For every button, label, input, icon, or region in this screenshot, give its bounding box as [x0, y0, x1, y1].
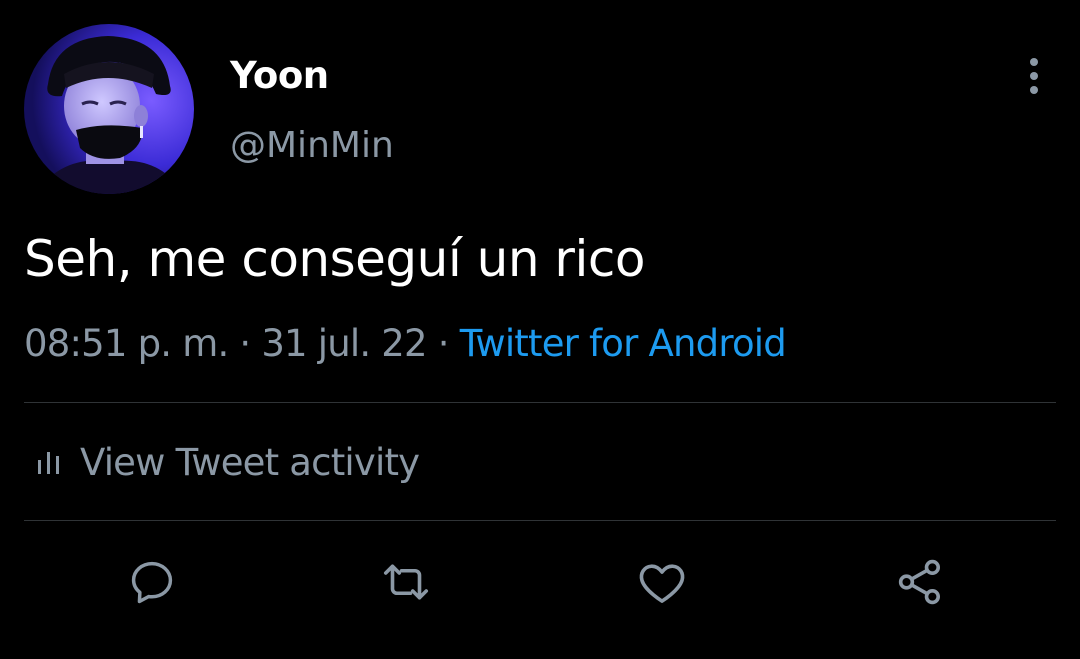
reply-button[interactable]	[122, 552, 182, 612]
view-tweet-activity-label: View Tweet activity	[80, 440, 420, 484]
tweet-actions	[0, 552, 1080, 612]
view-tweet-activity-button[interactable]: View Tweet activity	[36, 436, 420, 488]
tweet-source-link[interactable]: Twitter for Android	[460, 322, 787, 365]
tweet-detail: Yoon @MinMin Seh, me conseguí un rico 08…	[0, 0, 1080, 659]
more-vertical-icon[interactable]	[1014, 54, 1054, 98]
like-icon	[639, 564, 685, 603]
bar-chart-icon	[38, 452, 59, 474]
tweet-date: 31 jul. 22	[261, 322, 427, 365]
user-handle[interactable]: @MinMin	[230, 122, 394, 170]
divider	[24, 402, 1056, 403]
reply-icon	[131, 561, 173, 604]
tweet-text: Seh, me conseguí un rico	[24, 230, 645, 288]
avatar-photo	[24, 24, 194, 194]
share-button[interactable]	[890, 552, 950, 612]
divider	[24, 520, 1056, 521]
avatar[interactable]	[24, 24, 194, 194]
share-icon	[898, 559, 941, 605]
tweet-time: 08:51 p. m.	[24, 322, 229, 365]
display-name[interactable]: Yoon	[230, 52, 329, 100]
meta-separator: ·	[437, 322, 450, 365]
meta-separator: ·	[239, 322, 251, 365]
retweet-icon	[383, 564, 429, 600]
like-button[interactable]	[632, 552, 692, 612]
tweet-meta: 08:51 p. m. · 31 jul. 22 · Twitter for A…	[24, 318, 787, 370]
retweet-button[interactable]	[376, 552, 436, 612]
